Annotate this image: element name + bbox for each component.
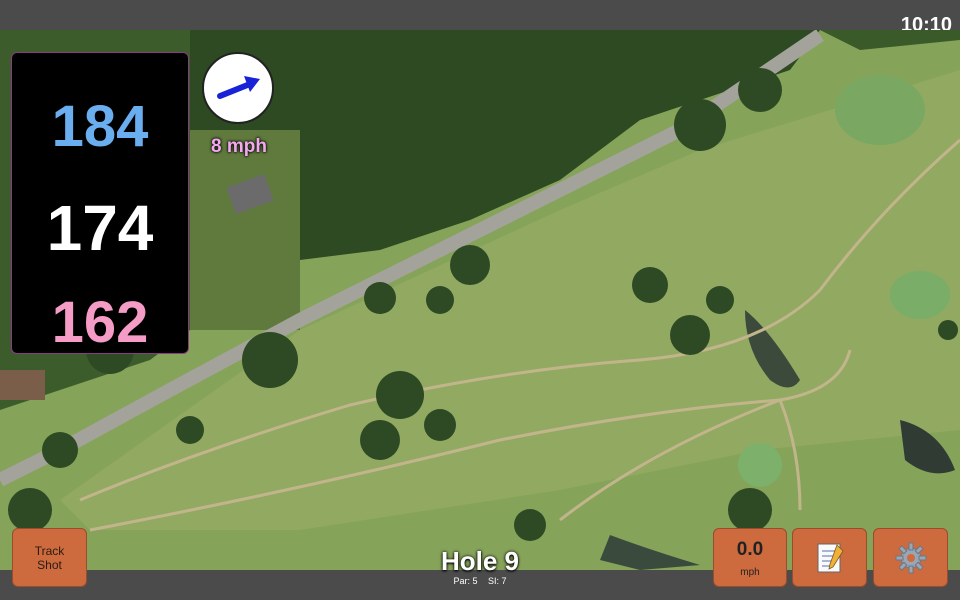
track-shot-label-line2: Shot bbox=[37, 557, 62, 572]
stroke-index-label: SI: 7 bbox=[488, 576, 507, 586]
wind-direction-indicator bbox=[202, 52, 274, 124]
wind-speed: 8 mph bbox=[211, 136, 267, 157]
center-distance: 174 bbox=[46, 192, 154, 264]
front-distance: 162 bbox=[51, 290, 149, 355]
hole-title: Hole 9 bbox=[440, 546, 520, 576]
par-label: Par: 5 bbox=[453, 576, 478, 586]
track-shot-button[interactable]: Track Shot bbox=[12, 528, 87, 587]
track-shot-label-line1: Track bbox=[34, 543, 65, 558]
wind-arrow-icon bbox=[217, 76, 260, 99]
status-bar: 10:10 bbox=[0, 0, 960, 36]
notes-button[interactable] bbox=[792, 528, 867, 587]
back-distance: 184 bbox=[51, 94, 149, 159]
settings-button[interactable] bbox=[873, 528, 948, 587]
speed-button[interactable]: 0.0 mph bbox=[713, 528, 787, 587]
notepad-icon bbox=[817, 543, 844, 572]
gear-icon bbox=[895, 542, 926, 573]
distance-panel: 184 174 162 bbox=[11, 52, 189, 355]
course-satellite-map[interactable]: 184 174 162 8 mph bbox=[0, 30, 960, 570]
hole-info: Par: 5 SI: 7 bbox=[400, 576, 560, 586]
speed-value: 0.0 bbox=[736, 539, 764, 560]
speed-unit: mph bbox=[740, 567, 760, 578]
